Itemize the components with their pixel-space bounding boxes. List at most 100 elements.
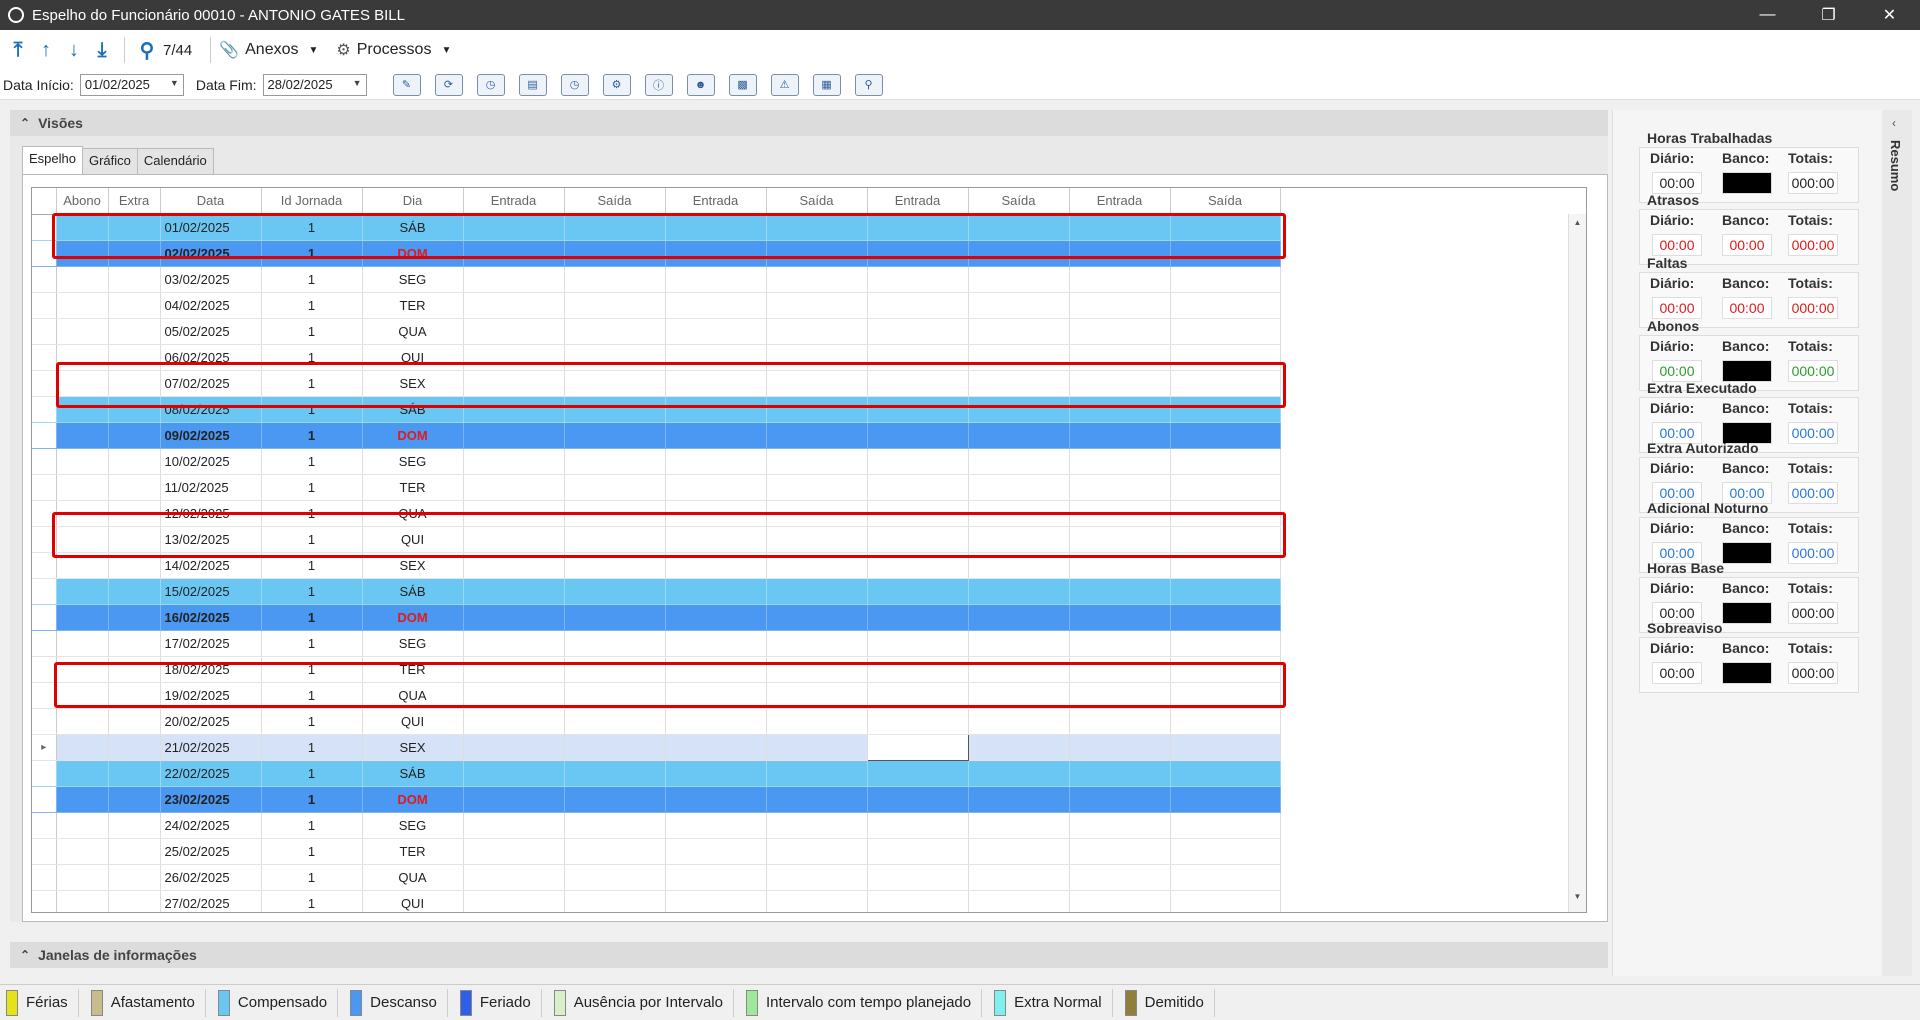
entrada-cell[interactable]: [1069, 448, 1171, 475]
id-jornada-cell[interactable]: 1: [261, 266, 363, 293]
entrada-cell[interactable]: [463, 474, 565, 501]
saida-cell[interactable]: [968, 448, 1070, 475]
entrada-cell[interactable]: [665, 422, 767, 449]
saida-cell[interactable]: [1170, 786, 1281, 813]
table-row[interactable]: 13/02/2025 1 QUI: [32, 526, 1281, 553]
saida-cell[interactable]: [968, 500, 1070, 527]
saida-cell[interactable]: [1170, 812, 1281, 839]
entrada-cell[interactable]: [665, 786, 767, 813]
entrada-cell[interactable]: [867, 578, 969, 605]
extra-cell[interactable]: [108, 500, 161, 527]
extra-cell[interactable]: [108, 838, 161, 865]
entrada-cell[interactable]: [463, 500, 565, 527]
table-row[interactable]: ▸ 21/02/2025 1 SEX: [32, 733, 1281, 761]
abono-cell[interactable]: [56, 474, 109, 501]
saida-cell[interactable]: [564, 422, 666, 449]
entrada-cell[interactable]: [867, 682, 969, 709]
abono-cell[interactable]: [56, 500, 109, 527]
row-selector[interactable]: [32, 344, 57, 371]
entrada-cell[interactable]: [665, 474, 767, 501]
entrada-cell[interactable]: [665, 526, 767, 553]
entrada-cell[interactable]: [665, 682, 767, 709]
table-row[interactable]: 04/02/2025 1 TER: [32, 292, 1281, 319]
row-selector[interactable]: [32, 890, 57, 912]
saida-cell[interactable]: [564, 474, 666, 501]
saida-cell[interactable]: [564, 604, 666, 631]
document-icon[interactable]: ▤: [518, 73, 547, 96]
abono-cell[interactable]: [56, 864, 109, 891]
entrada-cell[interactable]: [1069, 786, 1171, 813]
saida-cell[interactable]: [564, 318, 666, 345]
extra-cell[interactable]: [108, 578, 161, 605]
data-cell[interactable]: 26/02/2025: [160, 864, 262, 891]
dia-cell[interactable]: DOM: [362, 604, 464, 631]
search-icon[interactable]: ⚲: [133, 36, 161, 64]
data-cell[interactable]: 25/02/2025: [160, 838, 262, 865]
row-selector[interactable]: [32, 448, 57, 475]
previous-record-icon[interactable]: ↑: [32, 36, 60, 64]
data-cell[interactable]: 06/02/2025: [160, 344, 262, 371]
row-selector[interactable]: [32, 864, 57, 891]
row-selector[interactable]: [32, 214, 57, 241]
dia-cell[interactable]: SEG: [362, 812, 464, 839]
saida-cell[interactable]: [968, 786, 1070, 813]
dia-cell[interactable]: SÁB: [362, 578, 464, 605]
entrada-cell[interactable]: [463, 734, 565, 761]
abono-cell[interactable]: [56, 240, 109, 267]
saida-cell[interactable]: [766, 734, 868, 761]
scroll-up-icon[interactable]: ▲: [1569, 218, 1586, 234]
saida-cell[interactable]: [766, 682, 868, 709]
extra-cell[interactable]: [108, 266, 161, 293]
abono-cell[interactable]: [56, 760, 109, 787]
extra-cell[interactable]: [108, 214, 161, 241]
saida-cell[interactable]: [766, 864, 868, 891]
entrada-cell[interactable]: [867, 630, 969, 657]
entrada-cell[interactable]: [463, 422, 565, 449]
entrada-cell[interactable]: [867, 240, 969, 267]
saida-cell[interactable]: [1170, 500, 1281, 527]
extra-cell[interactable]: [108, 240, 161, 267]
saida-cell[interactable]: [968, 266, 1070, 293]
abono-cell[interactable]: [56, 318, 109, 345]
table-row[interactable]: 10/02/2025 1 SEG: [32, 448, 1281, 475]
abono-cell[interactable]: [56, 214, 109, 241]
table-row[interactable]: 01/02/2025 1 SÁB: [32, 214, 1281, 241]
extra-cell[interactable]: [108, 786, 161, 813]
saida-cell[interactable]: [968, 240, 1070, 267]
entrada-cell[interactable]: [1069, 604, 1171, 631]
saida-cell[interactable]: [564, 344, 666, 371]
entrada-cell[interactable]: [867, 552, 969, 579]
saida-cell[interactable]: [564, 812, 666, 839]
entrada-cell[interactable]: [1069, 266, 1171, 293]
entrada-cell[interactable]: [665, 266, 767, 293]
entrada-cell[interactable]: [866, 733, 969, 761]
saida-cell[interactable]: [1170, 240, 1281, 267]
row-selector[interactable]: [32, 370, 57, 397]
saida-cell[interactable]: [968, 760, 1070, 787]
table-row[interactable]: 02/02/2025 1 DOM: [32, 240, 1281, 267]
abono-cell[interactable]: [56, 396, 109, 423]
entrada-cell[interactable]: [665, 864, 767, 891]
id-jornada-cell[interactable]: 1: [261, 578, 363, 605]
saida-cell[interactable]: [564, 708, 666, 735]
resumo-sidebar[interactable]: ‹ Resumo: [1882, 110, 1912, 976]
entrada-cell[interactable]: [1069, 760, 1171, 787]
abono-cell[interactable]: [56, 266, 109, 293]
entrada-cell[interactable]: [665, 838, 767, 865]
extra-cell[interactable]: [108, 292, 161, 319]
table-row[interactable]: 19/02/2025 1 QUA: [32, 682, 1281, 709]
entrada-cell[interactable]: [463, 864, 565, 891]
entrada-cell[interactable]: [463, 344, 565, 371]
entrada-cell[interactable]: [665, 344, 767, 371]
abono-cell[interactable]: [56, 890, 109, 912]
id-jornada-cell[interactable]: 1: [261, 552, 363, 579]
entrada-cell[interactable]: [1069, 890, 1171, 912]
saida-cell[interactable]: [1170, 604, 1281, 631]
id-jornada-cell[interactable]: 1: [261, 292, 363, 319]
entrada-cell[interactable]: [1069, 630, 1171, 657]
row-selector[interactable]: [32, 812, 57, 839]
abono-cell[interactable]: [56, 422, 109, 449]
entrada-cell[interactable]: [463, 656, 565, 683]
saida-cell[interactable]: [564, 240, 666, 267]
dia-cell[interactable]: QUA: [362, 500, 464, 527]
